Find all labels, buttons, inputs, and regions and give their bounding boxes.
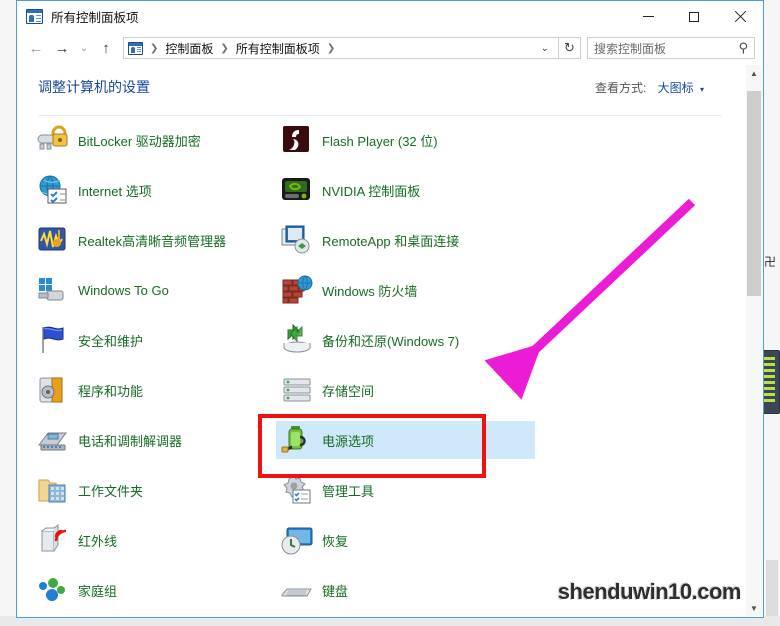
homegroup-icon [36,573,70,607]
control-panel-item[interactable]: Realtek高清晰音频管理器 [32,221,277,259]
scroll-down-arrow[interactable]: ▼ [746,600,762,616]
minimize-button[interactable] [625,1,671,32]
backdrop-left-text: 电脑支持厂商网络流畅 [0,104,12,604]
control-panel-item[interactable]: Windows 防火墙 [276,271,535,309]
chevron-down-icon[interactable]: ⌄ [534,43,556,54]
control-panel-item[interactable]: RemoteApp 和桌面连接 [276,221,535,259]
content-header: 调整计算机的设置 查看方式: 大图标 ▾ [18,65,762,116]
address-control-panel-icon [128,41,143,55]
programs-features-icon [36,373,70,407]
control-panel-item-label: Windows 防火墙 [322,283,418,299]
control-panel-item-label: 电话和调制解调器 [78,433,183,449]
title-bar: 所有控制面板项 [17,1,763,32]
header-divider [38,115,722,116]
control-panel-window: 所有控制面板项 ← → ⌄ ↑ ❯ 控制面板 ❯ 所有控制面板项 ❯ ⌄ ↻ 搜… [16,0,764,618]
control-panel-icon [26,9,43,24]
control-panel-item[interactable]: 程序和功能 [32,371,277,409]
watermark: shenduwin10.com [557,579,742,604]
control-panel-item[interactable]: 键盘 [276,571,535,609]
control-panel-item-label: 家庭组 [78,583,118,599]
bitlocker-icon [36,123,70,157]
navigation-bar: ← → ⌄ ↑ ❯ 控制面板 ❯ 所有控制面板项 ❯ ⌄ ↻ 搜索控制面板 ⚲ [17,32,763,64]
maximize-button[interactable] [671,1,717,32]
refresh-button[interactable]: ↻ [559,37,581,59]
control-panel-item-label: Internet 选项 [78,183,152,199]
control-panel-item[interactable]: 恢复 [276,521,535,559]
breadcrumb-item-0[interactable]: 控制面板 [165,40,213,57]
firewall-icon [280,273,314,307]
view-by-control[interactable]: 查看方式: 大图标 ▾ [595,79,704,96]
control-panel-item[interactable]: 存储空间 [276,371,535,409]
control-panel-item-label: 红外线 [78,533,118,549]
content-area: 调整计算机的设置 查看方式: 大图标 ▾ BitLocker 驱动器加密 Inte… [18,65,762,616]
forward-button[interactable]: → [49,35,75,61]
control-panel-item-label: NVIDIA 控制面板 [322,183,421,199]
chevron-down-icon[interactable]: ▾ [700,85,704,94]
storage-spaces-icon [280,373,314,407]
breadcrumb-separator: ❯ [150,42,159,54]
control-panel-item[interactable]: 安全和维护 [32,321,277,359]
control-panel-item-label: RemoteApp 和桌面连接 [322,233,460,249]
flash-player-icon [280,123,314,157]
recovery-icon [280,523,314,557]
control-panel-item[interactable]: 电话和调制解调器 [32,421,277,459]
control-panel-item-label: Windows To Go [78,282,169,298]
backdrop-right-text: 卍 [764,255,777,269]
control-panel-item-label: Realtek高清晰音频管理器 [78,233,227,249]
control-panel-item-label: 程序和功能 [78,383,144,399]
keyboard-icon [280,573,314,607]
control-panel-item[interactable]: 家庭组 [32,571,277,609]
vertical-scrollbar[interactable]: ▲ ▼ [746,65,762,616]
control-panel-item-label: 键盘 [322,583,349,599]
view-by-label: 查看方式: [594,81,647,95]
phone-modem-icon [36,423,70,457]
nvidia-icon [280,173,314,207]
security-maintenance-icon [36,323,70,357]
control-panel-item[interactable]: NVIDIA 控制面板 [276,171,535,209]
control-panel-item[interactable]: Windows To Go [32,271,277,309]
control-panel-item-label: 存储空间 [322,383,375,399]
realtek-audio-icon [36,223,70,257]
desktop-scrollbar[interactable] [766,560,778,620]
control-panel-item[interactable]: Flash Player (32 位) [276,121,535,159]
control-panel-item-label: 恢复 [322,533,349,549]
control-panel-item-label: BitLocker 驱动器加密 [78,133,201,149]
search-input[interactable]: 搜索控制面板 ⚲ [587,37,755,59]
control-panel-item[interactable]: Internet 选项 [32,171,277,209]
search-placeholder: 搜索控制面板 [594,41,667,56]
breadcrumb-separator: ❯ [220,42,229,54]
control-panel-item-label: 备份和还原(Windows 7) [322,333,460,349]
control-panel-item-label: Flash Player (32 位) [322,133,438,149]
scroll-up-arrow[interactable]: ▲ [746,65,762,81]
control-panel-items: BitLocker 驱动器加密 Internet 选项 Realtek高清晰音频管理… [18,121,762,616]
up-button[interactable]: ↑ [93,35,119,61]
control-panel-item-label: 工作文件夹 [78,483,144,499]
admin-tools-icon [280,473,314,507]
windows-to-go-icon [36,273,70,307]
control-panel-item[interactable]: 工作文件夹 [32,471,277,509]
infrared-icon [36,523,70,557]
work-folders-icon [36,473,70,507]
close-button[interactable] [717,1,763,32]
window-title: 所有控制面板项 [51,11,139,25]
scrollbar-thumb[interactable] [747,91,761,296]
control-panel-item-label: 管理工具 [322,483,375,499]
control-panel-item[interactable]: BitLocker 驱动器加密 [32,121,277,159]
control-panel-item-label: 安全和维护 [78,333,144,349]
breadcrumb-separator[interactable]: ❯ [320,43,342,54]
view-by-value[interactable]: 大图标 [658,81,694,95]
highlight-rectangle [258,414,486,478]
remoteapp-icon [280,223,314,257]
control-panel-item[interactable]: 红外线 [32,521,277,559]
page-title: 调整计算机的设置 [38,79,150,95]
backup-restore-icon [280,323,314,357]
search-icon[interactable]: ⚲ [738,40,748,56]
address-bar[interactable]: ❯ 控制面板 ❯ 所有控制面板项 ❯ ⌄ [123,37,559,59]
internet-options-icon [36,173,70,207]
recent-locations-icon[interactable]: ⌄ [75,35,93,61]
breadcrumb-item-1[interactable]: 所有控制面板项 [236,40,320,57]
window-controls [625,1,763,32]
back-button[interactable]: ← [23,35,49,61]
control-panel-item[interactable]: 备份和还原(Windows 7) [276,321,535,359]
